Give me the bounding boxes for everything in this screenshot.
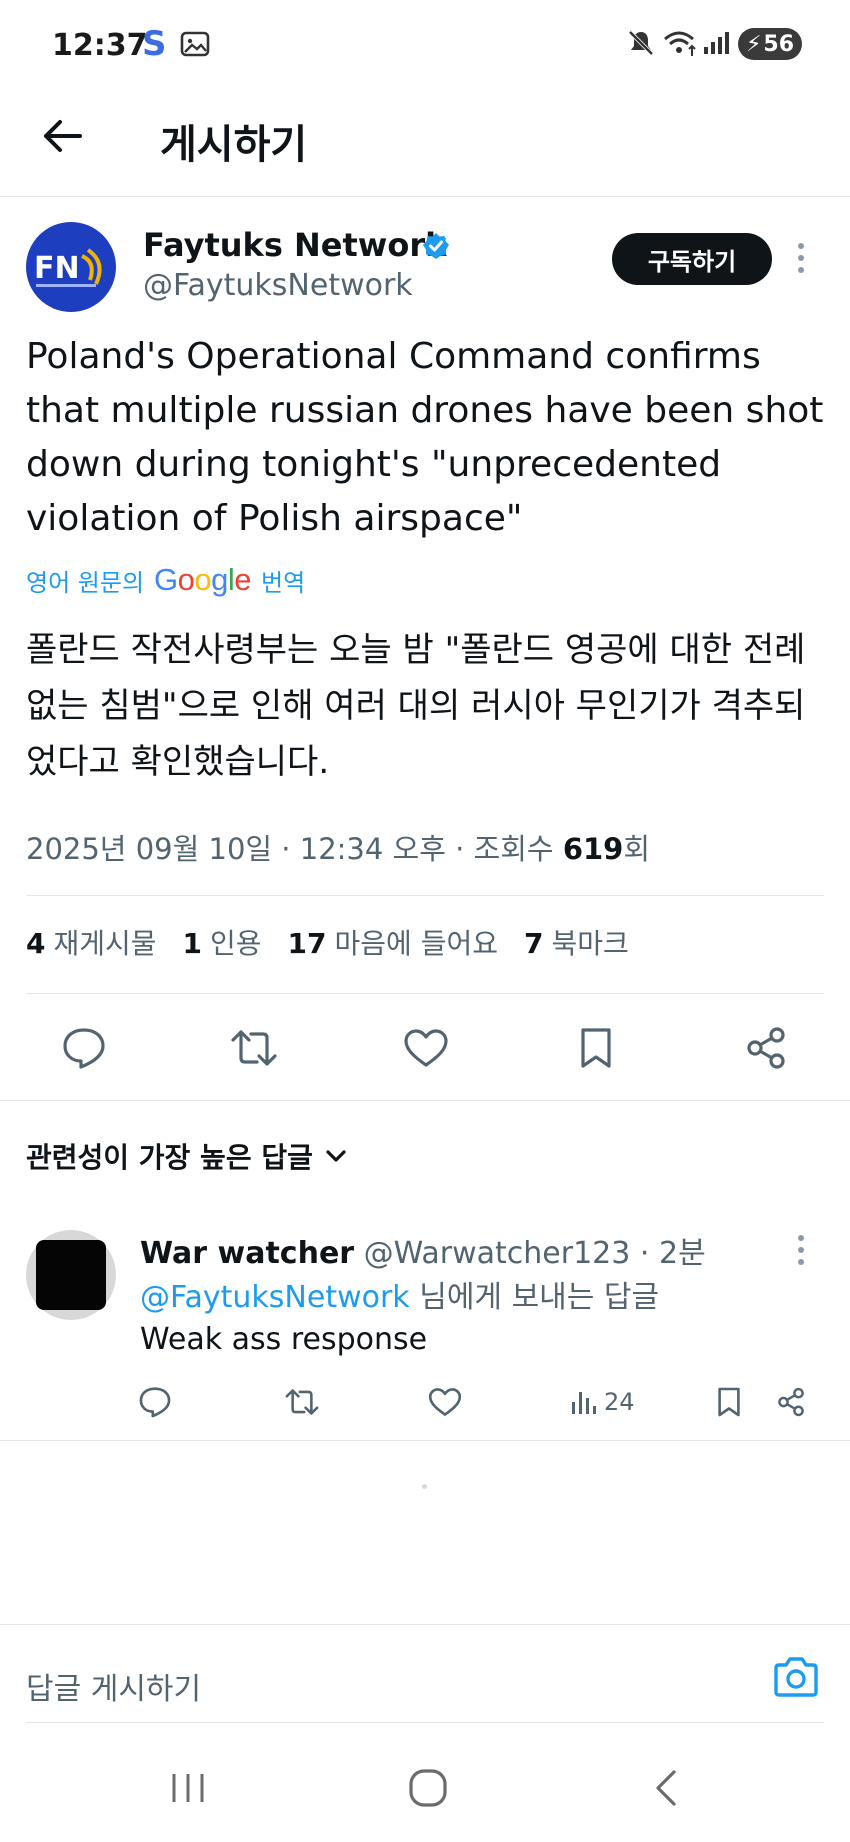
header-divider — [0, 196, 850, 197]
loading-indicator — [422, 1484, 427, 1489]
reply-more-options-icon[interactable] — [796, 1234, 806, 1266]
stats-divider — [26, 993, 824, 994]
reply-to-line: @FaytuksNetwork 님에게 보내는 답글 — [140, 1272, 659, 1316]
gallery-icon — [180, 30, 210, 58]
system-back-button[interactable] — [652, 1768, 680, 1808]
reply-compose-input[interactable]: 답글 게시하기 — [26, 1664, 201, 1708]
view-count: 619 — [562, 832, 624, 866]
reply-share-button[interactable] — [776, 1382, 806, 1422]
meta-divider — [26, 895, 824, 896]
reply-to-mention[interactable]: @FaytuksNetwork — [140, 1280, 410, 1315]
share-icon — [778, 1387, 804, 1417]
repost-icon — [231, 1030, 277, 1066]
battery-indicator: ⚡ 56 — [738, 28, 802, 60]
repost-icon — [285, 1389, 319, 1415]
status-time: 12:37 — [52, 28, 148, 63]
reply-author-avatar[interactable] — [26, 1230, 116, 1320]
analytics-icon — [572, 1392, 596, 1414]
compose-bottom-divider — [26, 1722, 824, 1723]
battery-charging-icon: ⚡ — [745, 31, 762, 57]
author-avatar[interactable]: FN — [26, 222, 116, 312]
chevron-left-icon — [656, 1770, 676, 1806]
likes-stat[interactable]: 17 마음에 들어요 — [288, 922, 498, 962]
mute-icon — [626, 28, 656, 58]
verified-badge-icon — [422, 232, 450, 260]
reply-views-button[interactable]: 24 — [570, 1382, 635, 1422]
reply-bookmark-button[interactable] — [716, 1382, 742, 1422]
page-title: 게시하기 — [160, 122, 308, 168]
author-handle[interactable]: @FaytuksNetwork — [143, 268, 413, 303]
reply-sort-label: 관련성이 가장 높은 답글 — [26, 1141, 313, 1174]
reply-repost-button[interactable] — [284, 1382, 320, 1422]
faytuks-logo-icon: FN — [34, 248, 102, 287]
reply-author-handle[interactable]: @Warwatcher123 — [364, 1236, 631, 1271]
camera-icon[interactable] — [772, 1656, 820, 1698]
signal-icon — [702, 30, 732, 56]
reply-sort-dropdown[interactable]: 관련성이 가장 높은 답글 — [26, 1136, 347, 1176]
wifi-icon — [662, 28, 698, 58]
heart-icon — [404, 1029, 448, 1067]
repost-button[interactable] — [226, 1020, 282, 1076]
translated-text: 폴란드 작전사령부는 오늘 밤 "폴란드 영공에 대한 전례 없는 침범"으로 … — [26, 630, 806, 782]
actions-divider — [0, 1100, 850, 1101]
translate-suffix: 번역 — [261, 568, 306, 597]
s-app-icon: S — [142, 24, 167, 64]
google-logo: Google — [154, 562, 252, 597]
like-button[interactable] — [398, 1020, 454, 1076]
subscribe-button[interactable]: 구독하기 — [612, 233, 772, 285]
reply-to-suffix: 님에게 보내는 답글 — [419, 1280, 660, 1315]
reposts-stat[interactable]: 4 재게시물 — [26, 922, 157, 962]
author-name[interactable]: Faytuks Network — [143, 226, 446, 264]
post-text: Poland's Operational Command confirms th… — [26, 336, 824, 539]
engagement-stats: 4 재게시물 1 인용 17 마음에 들어요 7 북마크 — [26, 922, 629, 962]
post-date: 2025년 09월 10일 · 12:34 오후 · 조회수 — [26, 832, 554, 866]
reply-views-count: 24 — [604, 1388, 635, 1416]
status-bar: 12:37 S ⚡ 56 — [0, 0, 850, 90]
recent-apps-button[interactable] — [168, 1770, 210, 1806]
share-button[interactable] — [738, 1020, 794, 1076]
post-meta: 2025년 09월 10일 · 12:34 오후 · 조회수 619회 — [26, 826, 650, 868]
reply-time: · 2분 — [639, 1236, 706, 1271]
reply-author-name[interactable]: War watcher — [140, 1236, 354, 1271]
recent-apps-icon — [172, 1774, 204, 1802]
share-icon — [747, 1027, 785, 1069]
reply-divider — [0, 1440, 850, 1441]
back-button[interactable] — [38, 108, 86, 164]
compose-divider — [0, 1624, 850, 1625]
translate-prefix: 영어 원문의 — [26, 568, 145, 597]
reply-like-button[interactable] — [428, 1382, 462, 1422]
svg-text:FN: FN — [34, 251, 80, 286]
view-count-suffix: 회 — [623, 832, 651, 866]
heart-icon — [428, 1388, 462, 1416]
battery-level: 56 — [763, 31, 795, 57]
bookmarks-stat[interactable]: 7 북마크 — [524, 922, 629, 962]
reply-text: Weak ass response — [140, 1322, 428, 1357]
comment-icon — [139, 1387, 171, 1418]
more-options-icon[interactable] — [796, 242, 806, 274]
bookmark-icon — [581, 1028, 611, 1068]
bookmark-button[interactable] — [568, 1020, 624, 1076]
home-icon — [409, 1769, 447, 1807]
quotes-stat[interactable]: 1 인용 — [183, 922, 262, 962]
translation-credit[interactable]: 영어 원문의 Google 번역 — [26, 560, 305, 600]
home-button[interactable] — [408, 1768, 448, 1808]
reply-header: War watcher @Warwatcher123 · 2분 — [140, 1228, 706, 1272]
bookmark-icon — [718, 1387, 740, 1417]
arrow-left-icon — [44, 120, 82, 152]
reply-button[interactable] — [56, 1020, 112, 1076]
reply-comment-button[interactable] — [138, 1382, 172, 1422]
chevron-down-icon — [326, 1150, 346, 1162]
comment-icon — [63, 1028, 105, 1069]
